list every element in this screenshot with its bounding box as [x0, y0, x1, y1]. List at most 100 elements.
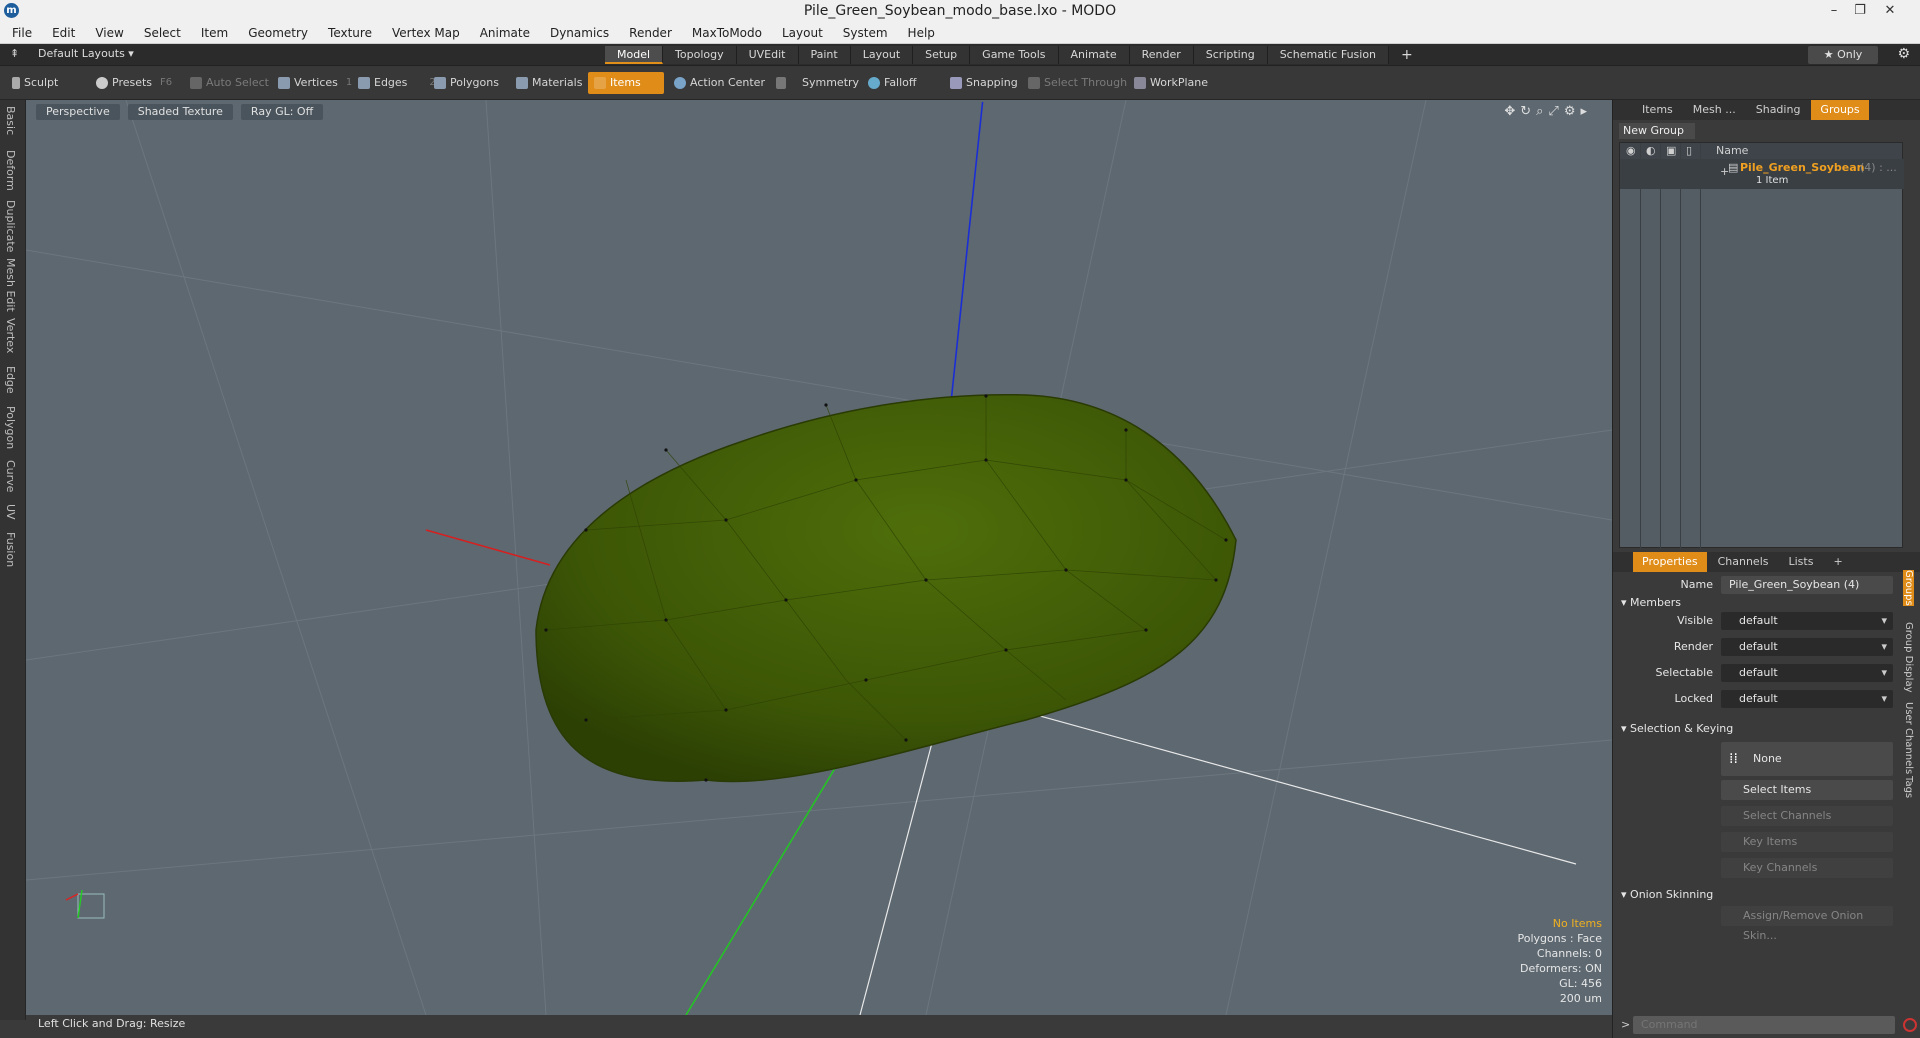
pan-icon[interactable]: ✥ — [1504, 104, 1520, 119]
only-button[interactable]: ★ Only — [1808, 46, 1878, 64]
vtab-mesh-edit[interactable]: Mesh Edit — [4, 258, 17, 312]
menu-edit[interactable]: Edit — [52, 26, 75, 40]
vtab-edge[interactable]: Edge — [4, 366, 17, 394]
gear-icon[interactable]: ⚙ — [1897, 46, 1910, 62]
menu-system[interactable]: System — [843, 26, 888, 40]
name-field[interactable]: Pile_Green_Soybean (4) — [1721, 576, 1893, 594]
tab-groups[interactable]: Groups — [1811, 100, 1869, 120]
menu-vertex-map[interactable]: Vertex Map — [392, 26, 460, 40]
tab-mesh[interactable]: Mesh ... — [1684, 100, 1745, 120]
menu-texture[interactable]: Texture — [328, 26, 372, 40]
vtab-deform[interactable]: Deform — [4, 150, 17, 191]
arrow-right-icon[interactable]: ▸ — [1580, 104, 1592, 119]
layouts-dropdown[interactable]: Default Layouts ▾ — [38, 47, 134, 60]
vtab-duplicate[interactable]: Duplicate — [4, 200, 17, 252]
menu-maxtomodo[interactable]: MaxToModo — [692, 26, 762, 40]
menu-animate[interactable]: Animate — [480, 26, 530, 40]
ray-gl-button[interactable]: Ray GL: Off — [240, 104, 324, 120]
tab-paint[interactable]: Paint — [798, 46, 851, 64]
vtab-group-display[interactable]: Group Display — [1903, 622, 1914, 692]
workplane-button[interactable]: WorkPlane — [1128, 72, 1214, 94]
vtab-user-channels[interactable]: User Channels — [1903, 702, 1914, 774]
vtab-tags[interactable]: Tags — [1903, 776, 1914, 798]
close-button[interactable]: ✕ — [1876, 0, 1904, 22]
symmetry-button[interactable]: Symmetry — [770, 72, 865, 94]
add-tab-button[interactable]: + — [1824, 552, 1851, 572]
vtab-fusion[interactable]: Fusion — [4, 532, 17, 567]
tab-animate[interactable]: Animate — [1058, 46, 1130, 64]
tab-topology[interactable]: Topology — [663, 46, 737, 64]
vtab-polygon[interactable]: Polygon — [4, 406, 17, 449]
record-icon[interactable] — [1903, 1018, 1917, 1032]
expand-icon[interactable]: ⇞ — [10, 47, 19, 60]
render-select[interactable]: default — [1721, 638, 1893, 656]
vtab-curve[interactable]: Curve — [4, 460, 17, 492]
tab-scripting[interactable]: Scripting — [1193, 46, 1268, 64]
action-center-button[interactable]: Action Center — [668, 72, 771, 94]
tab-schematic-fusion[interactable]: Schematic Fusion — [1267, 46, 1390, 64]
select-channels-button[interactable]: Select Channels — [1721, 806, 1893, 826]
select-items-button[interactable]: Select Items — [1721, 780, 1893, 800]
settings-icon[interactable]: ⚙ — [1564, 104, 1581, 119]
vtab-basic[interactable]: Basic — [4, 106, 17, 135]
tab-setup[interactable]: Setup — [913, 46, 971, 64]
tab-properties[interactable]: Properties — [1633, 552, 1707, 572]
menu-render[interactable]: Render — [629, 26, 672, 40]
tab-items[interactable]: Items — [1633, 100, 1682, 120]
select-through-button[interactable]: Select Through — [1022, 72, 1133, 94]
command-input[interactable] — [1633, 1016, 1895, 1034]
selection-keying-section[interactable]: ▾ Selection & Keying — [1621, 722, 1733, 735]
tab-uvedit[interactable]: UVEdit — [736, 46, 799, 64]
eye-icon[interactable]: ◉ — [1626, 143, 1636, 159]
rotate-icon[interactable]: ↻ — [1520, 104, 1536, 119]
polygons-button[interactable]: Polygons — [428, 72, 505, 94]
auto-select-button[interactable]: Auto Select — [184, 72, 275, 94]
presets-button[interactable]: Presets F6 — [90, 72, 178, 94]
menu-select[interactable]: Select — [144, 26, 181, 40]
tab-lists[interactable]: Lists — [1780, 552, 1823, 572]
sculpt-button[interactable]: Sculpt — [6, 72, 64, 94]
menu-geometry[interactable]: Geometry — [248, 26, 308, 40]
shading-mode-button[interactable]: Shaded Texture — [127, 104, 233, 120]
selectable-select[interactable]: default — [1721, 664, 1893, 682]
menu-file[interactable]: File — [12, 26, 32, 40]
items-button[interactable]: Items — [588, 72, 664, 94]
tab-layout[interactable]: Layout — [850, 46, 914, 64]
onion-skinning-section[interactable]: ▾ Onion Skinning — [1621, 888, 1713, 901]
vtab-vertex[interactable]: Vertex — [4, 318, 17, 353]
select-icon[interactable]: ▯ — [1686, 143, 1692, 159]
menu-help[interactable]: Help — [908, 26, 935, 40]
lock-icon[interactable]: ▣ — [1666, 143, 1676, 159]
vtab-groups[interactable]: Groups — [1903, 570, 1914, 606]
tab-game-tools[interactable]: Game Tools — [970, 46, 1059, 64]
falloff-button[interactable]: Falloff — [862, 72, 922, 94]
minimize-button[interactable]: – — [1820, 0, 1848, 22]
menu-view[interactable]: View — [95, 26, 123, 40]
3d-viewport[interactable]: Perspective Shaded Texture Ray GL: Off ✥… — [26, 100, 1612, 1015]
vertices-button[interactable]: Vertices 1 — [272, 72, 358, 94]
menu-layout[interactable]: Layout — [782, 26, 823, 40]
fit-icon[interactable]: ⤢ — [1548, 104, 1563, 119]
zoom-icon[interactable]: ⌕ — [1536, 104, 1548, 119]
new-group-button[interactable]: New Group — [1619, 123, 1695, 139]
soybean-mesh[interactable] — [535, 393, 1237, 783]
group-row[interactable]: + ▤ Pile_Green_Soybean (4) : ... 1 Item — [1620, 159, 1904, 189]
locked-select[interactable]: default — [1721, 690, 1893, 708]
menu-dynamics[interactable]: Dynamics — [550, 26, 609, 40]
tab-model[interactable]: Model — [605, 46, 664, 64]
view-perspective-button[interactable]: Perspective — [36, 104, 120, 120]
render-icon[interactable]: ◐ — [1646, 143, 1656, 159]
tab-render[interactable]: Render — [1129, 46, 1194, 64]
visible-select[interactable]: default — [1721, 612, 1893, 630]
add-tab-button[interactable]: + — [1389, 46, 1425, 64]
key-items-button[interactable]: Key Items — [1721, 832, 1893, 852]
group-name[interactable]: Pile_Green_Soybean — [1740, 161, 1865, 174]
tab-shading[interactable]: Shading — [1747, 100, 1810, 120]
none-button[interactable]: ⁞⁞ None — [1721, 742, 1893, 776]
assign-onion-skin-button[interactable]: Assign/Remove Onion Skin... — [1721, 906, 1893, 942]
snapping-button[interactable]: Snapping — [944, 72, 1024, 94]
members-section[interactable]: ▾ Members — [1621, 596, 1681, 609]
menu-item[interactable]: Item — [201, 26, 228, 40]
maximize-button[interactable]: ❐ — [1846, 0, 1874, 22]
vtab-uv[interactable]: UV — [4, 504, 17, 520]
